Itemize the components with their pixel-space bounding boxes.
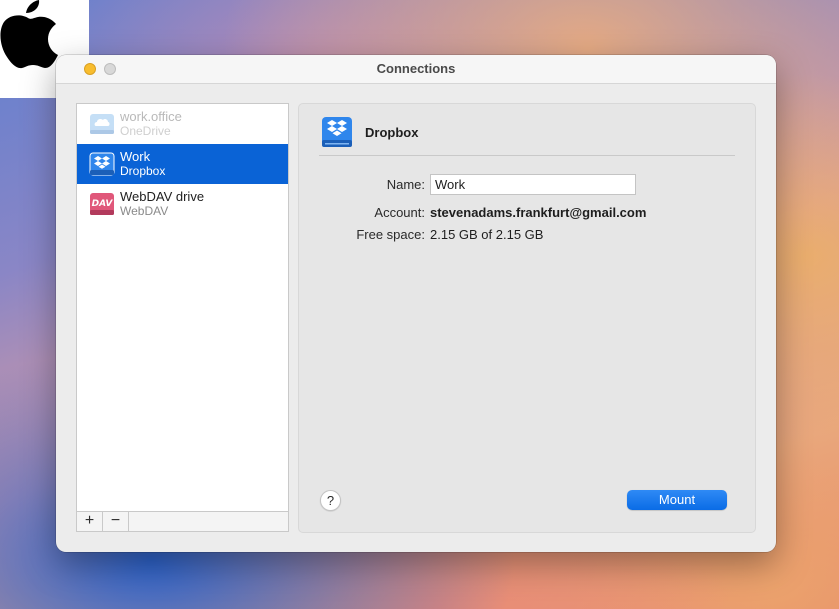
dropbox-drive-icon [321,116,353,148]
mount-button[interactable]: Mount [627,490,727,510]
free-space-label: Free space: [356,227,425,242]
connections-window: Connections work.office OneDrive Work Dr… [56,55,776,552]
onedrive-cloud-icon [89,111,115,137]
name-field[interactable] [430,174,636,195]
svg-text:DAV: DAV [92,199,114,209]
list-item-service: WebDAV [120,204,169,218]
list-item-webdav-drive[interactable]: DAV WebDAV drive WebDAV [77,184,288,224]
list-item-service: OneDrive [120,124,171,138]
connection-list: work.office OneDrive Work Dropbox DAV We… [76,103,289,512]
help-button[interactable]: ? [320,490,341,511]
connection-detail-panel: Dropbox Name: Account: stevenadams.frank… [298,103,756,533]
detail-title: Dropbox [365,125,419,140]
list-item-name: Work [120,149,151,164]
dropbox-drive-icon [89,151,115,177]
list-item-service: Dropbox [120,164,166,178]
name-label: Name: [386,177,425,192]
account-value: stevenadams.frankfurt@gmail.com [430,205,647,220]
remove-connection-button[interactable]: − [103,512,129,531]
list-item-work-dropbox[interactable]: Work Dropbox [77,144,288,184]
list-item-name: work.office [120,109,182,124]
free-space-value: 2.15 GB of 2.15 GB [430,227,544,242]
list-item-work-office[interactable]: work.office OneDrive [77,104,288,144]
add-connection-button[interactable]: + [77,512,103,531]
apple-logo-icon [0,0,59,69]
window-title: Connections [376,61,456,76]
account-label: Account: [374,205,425,220]
list-item-name: WebDAV drive [120,189,205,204]
list-footer-toolbar: + − [76,512,289,532]
header-divider [319,155,735,156]
webdav-drive-icon: DAV [89,191,115,217]
title-bar[interactable]: Connections [56,55,776,84]
